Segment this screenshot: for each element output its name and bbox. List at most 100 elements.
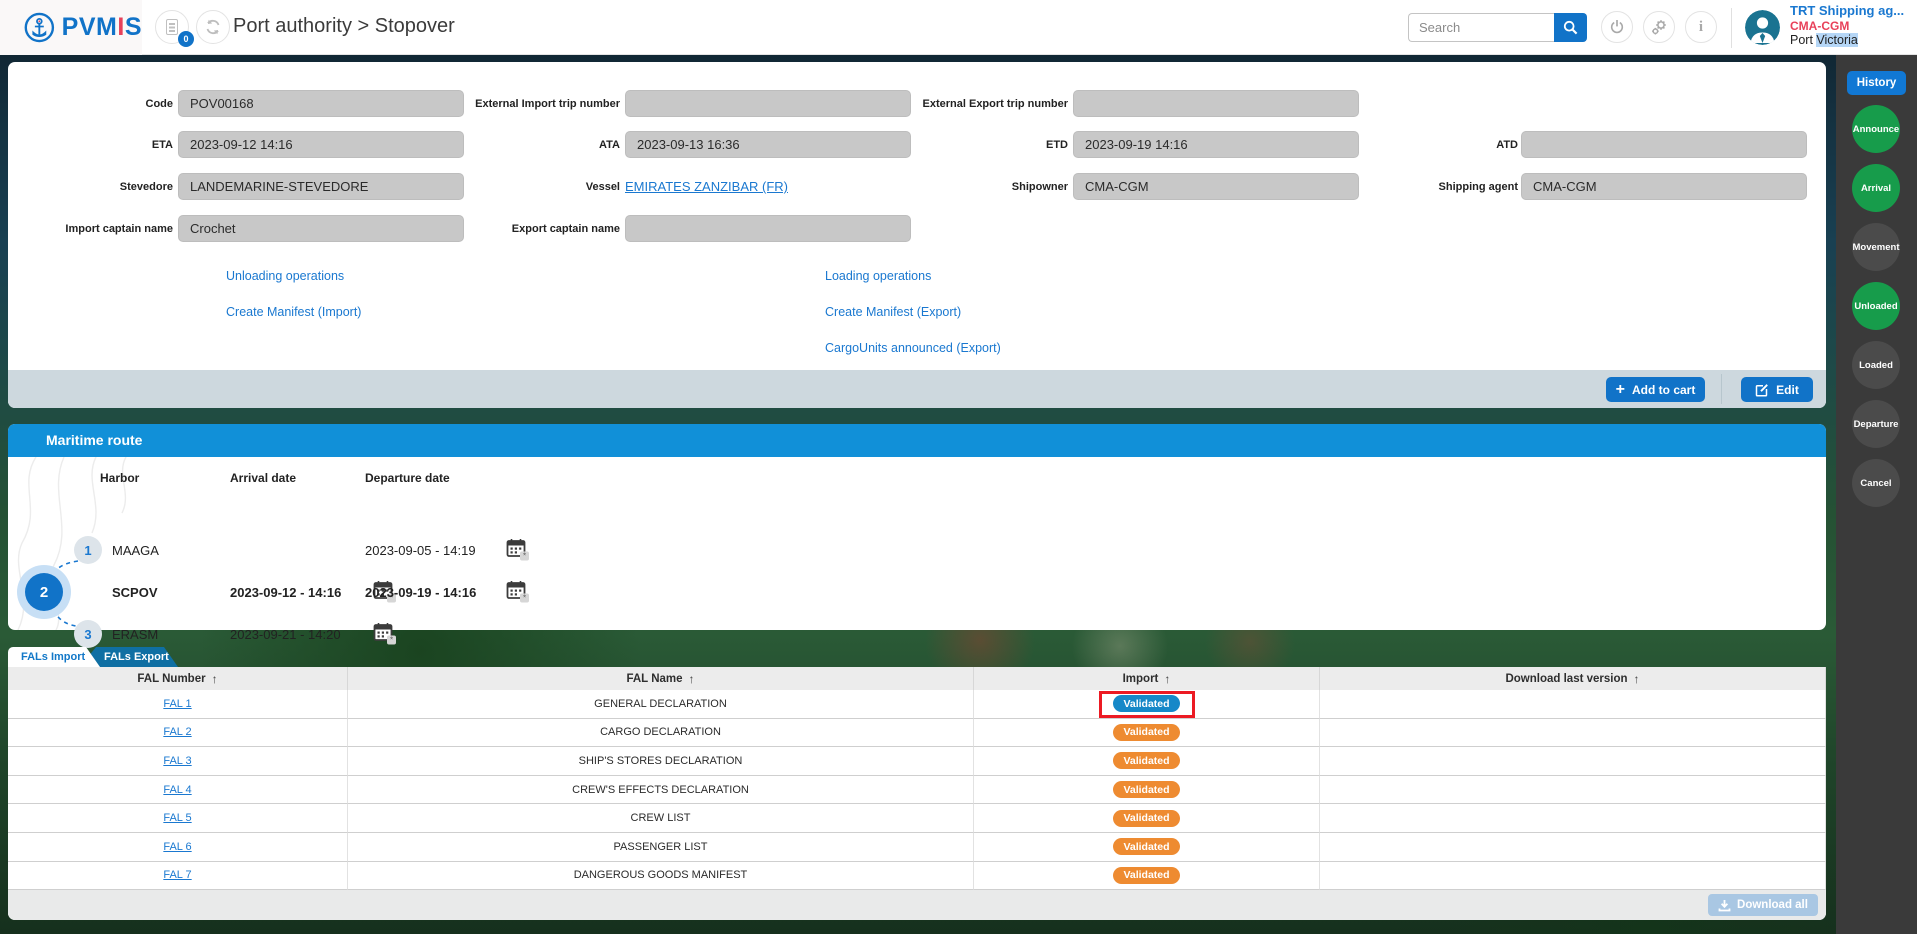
fal-number-link[interactable]: FAL 6 [163,841,191,853]
sort-ascending-icon: ↑ [1633,671,1640,686]
fal-number-link[interactable]: FAL 2 [163,726,191,738]
operation-link-create-manifest-import-[interactable]: Create Manifest (Import) [226,305,361,319]
operation-link-cargounits-announced-export-[interactable]: CargoUnits announced (Export) [825,341,1001,355]
field-export-captain-name[interactable] [625,215,911,242]
history-button[interactable]: History [1847,71,1906,95]
status-badge-loaded[interactable]: Loaded [1852,341,1900,389]
field-label-import-captain-name: Import captain name [65,223,173,235]
status-badge[interactable]: Validated [1113,866,1180,884]
fal-download-cell [1320,804,1826,833]
departure-date: 2023-09-19 - 14:16 [365,585,477,600]
status-badge[interactable]: Validated [1113,695,1180,713]
field-etd[interactable] [1073,131,1359,158]
calendar-icon[interactable]: * [372,622,398,646]
fal-number-cell: FAL 3 [8,747,348,776]
field-label-code: Code [145,98,174,110]
refresh-button[interactable] [196,10,230,44]
app-logo[interactable]: PVMIS [0,0,142,55]
column-header-label: FAL Name [626,672,683,685]
departure-date: 2023-09-05 - 14:19 [365,543,476,558]
status-sidebar: History Announce Arrival Movement Unloaded L… [1836,55,1917,934]
field-shipping-agent[interactable] [1521,173,1807,200]
field-atd[interactable] [1521,131,1807,158]
document-icon [166,19,178,35]
status-badge-cancel[interactable]: Cancel [1852,459,1900,507]
field-label-vessel: Vessel [585,181,620,193]
settings-button[interactable] [1643,11,1675,43]
power-icon [1610,20,1624,34]
fal-name-cell: SHIP'S STORES DECLARATION [348,747,974,776]
fal-number-link[interactable]: FAL 4 [163,784,191,796]
fal-download-cell [1320,747,1826,776]
column-header-download-last-version[interactable]: Download last version ↑ [1320,667,1826,690]
person-icon [1745,10,1780,45]
sort-ascending-icon: ↑ [688,671,695,686]
search-button[interactable] [1554,13,1587,42]
user-name[interactable]: TRT Shipping ag... [1790,3,1904,19]
fals-card: FAL Number ↑ FAL Name ↑ Import ↑ Download last… [8,667,1826,920]
fal-import-status-cell: Validated [974,718,1320,748]
field-shipowner[interactable] [1073,173,1359,200]
plus-icon: + [1615,380,1625,398]
field-label-export-captain-name: Export captain name [511,223,620,235]
status-badge[interactable]: Validated [1113,809,1180,827]
cart-documents-button[interactable]: 0 [155,10,194,47]
fal-number-link[interactable]: FAL 7 [163,869,191,881]
calendar-icon[interactable]: * [505,580,531,604]
tab-fals-import[interactable]: FALs Import [8,647,100,667]
fal-name-cell: DANGEROUS GOODS MANIFEST [348,861,974,891]
status-badge[interactable]: Validated [1113,781,1180,799]
status-badge-announce[interactable]: Announce [1852,105,1900,153]
status-badge[interactable]: Validated [1113,752,1180,770]
status-badge-departure[interactable]: Departure [1852,400,1900,448]
fal-number-link[interactable]: FAL 1 [163,698,191,710]
status-badge[interactable]: Validated [1113,723,1180,741]
edit-button[interactable]: Edit [1741,377,1813,402]
column-header-import[interactable]: Import ↑ [974,667,1320,690]
logout-button[interactable] [1601,11,1633,43]
search-input[interactable] [1408,13,1554,42]
maritime-route-title: Maritime route [8,424,1826,457]
fal-number-link[interactable]: FAL 5 [163,812,191,824]
fal-download-cell [1320,833,1826,862]
avatar[interactable] [1745,10,1780,45]
column-header-fal-number[interactable]: FAL Number ↑ [8,667,348,690]
fal-number-cell: FAL 5 [8,804,348,833]
download-all-button[interactable]: Download all [1708,894,1818,916]
field-label-external-export-trip-number: External Export trip number [922,98,1068,110]
operation-link-loading-operations[interactable]: Loading operations [825,269,931,283]
status-badge[interactable]: Validated [1113,838,1180,856]
column-header-harbor: Harbor [100,471,140,485]
operation-link-create-manifest-export-[interactable]: Create Manifest (Export) [825,305,961,319]
info-button[interactable]: i [1685,11,1717,43]
column-header-fal-name[interactable]: FAL Name ↑ [348,667,974,690]
status-badge-movement[interactable]: Movement [1852,223,1900,271]
column-header-label: Import [1122,672,1159,685]
status-badge-unloaded[interactable]: Unloaded [1852,282,1900,330]
field-external-export-trip-number[interactable] [1073,90,1359,117]
operation-link-unloading-operations[interactable]: Unloading operations [226,269,344,283]
field-label-atd: ATD [1496,139,1518,151]
calendar-icon[interactable]: * [505,538,531,562]
vessel-link[interactable]: EMIRATES ZANZIBAR (FR) [625,179,788,194]
field-label-eta: ETA [151,139,173,151]
fal-download-cell [1320,861,1826,891]
add-to-cart-button[interactable]: + Add to cart [1606,377,1705,402]
fal-download-cell [1320,718,1826,748]
fal-name-cell: PASSENGER LIST [348,833,974,862]
actions-divider [1721,374,1722,404]
fal-download-cell [1320,690,1826,719]
fal-number-cell: FAL 7 [8,861,348,891]
stopover-actions-band: + Add to cart Edit [8,370,1826,408]
fal-number-link[interactable]: FAL 3 [163,755,191,767]
fal-number-cell: FAL 4 [8,775,348,805]
fal-number-cell: FAL 6 [8,833,348,862]
user-port: Port Victoria [1790,33,1858,47]
route-stop-number: 1 [74,536,102,564]
status-badge-arrival[interactable]: Arrival [1852,164,1900,212]
field-label-ata: ATA [599,139,620,151]
anchor-logo-icon [24,12,55,43]
gears-icon [1652,20,1666,35]
harbor-name: MAAGA [112,543,159,558]
harbor-name: SCPOV [112,585,158,600]
